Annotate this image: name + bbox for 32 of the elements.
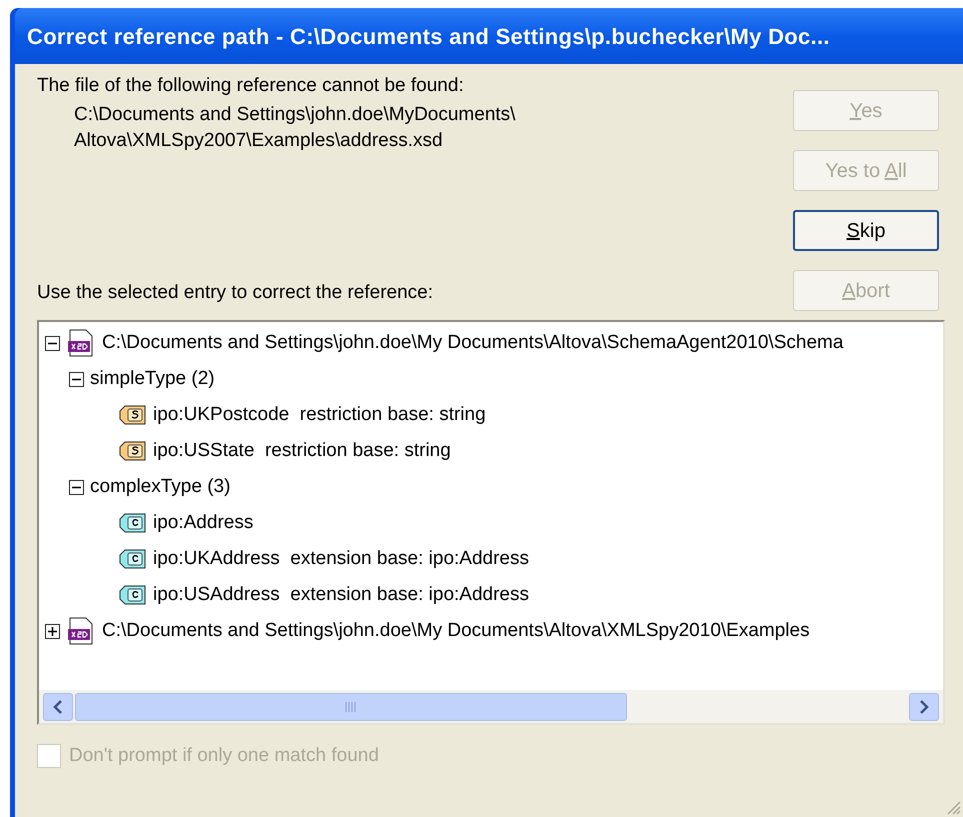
reference-path: C:\Documents and Settings\john.doe\MyDocuments\ [74,103,516,127]
simple-type-icon [119,441,147,461]
simple-type-icon [119,405,147,425]
checkbox-label: Don't prompt if only one match found [69,744,379,768]
scroll-left-button[interactable] [43,692,73,720]
tree-item[interactable]: ipo:UKAddress extension base: ipo:Address [153,544,529,574]
chevron-left-icon [53,700,63,714]
grip-icon [345,702,357,712]
tree-label: Use the selected entry to correct the reference: [37,281,434,305]
tree-item[interactable]: ipo:UKPostcode restriction base: string [153,400,486,430]
reference-path: Altova\XMLSpy2007\Examples\address.xsd [74,129,444,153]
tree-item[interactable]: ipo:USState restriction base: string [153,436,451,466]
tree-item[interactable]: C:\Documents and Settings\john.doe\My Documents\Altova\SchemaAgent2010\Schema [102,328,844,358]
dialog-button[interactable]: Skip [793,210,939,251]
collapse-icon[interactable] [69,372,84,386]
complex-type-icon [119,585,147,605]
tree-item[interactable]: simpleType (2) [90,364,215,394]
tree-item[interactable]: complexType (3) [90,472,230,502]
message-text: The file of the following reference cannot be found: [37,74,465,98]
complex-type-icon [119,549,147,569]
collapse-icon[interactable] [69,480,84,494]
scroll-right-button[interactable] [909,692,939,720]
tree-item[interactable]: ipo:Address [153,508,254,538]
complex-type-icon [119,513,147,533]
window-title: Correct reference path - C:\Documents and Settings\p.buchecker\My Doc... [27,22,830,51]
scroll-thumb[interactable] [75,692,627,720]
expand-icon[interactable] [45,624,60,638]
tree-item[interactable]: C:\Documents and Settings\john.doe\My Documents\Altova\XMLSpy2010\Examples [102,616,810,646]
horizontal-scrollbar[interactable] [39,690,943,723]
tree-item[interactable]: ipo:USAddress extension base: ipo:Address [153,580,529,610]
collapse-icon[interactable] [45,336,60,350]
chevron-right-icon [919,700,929,714]
